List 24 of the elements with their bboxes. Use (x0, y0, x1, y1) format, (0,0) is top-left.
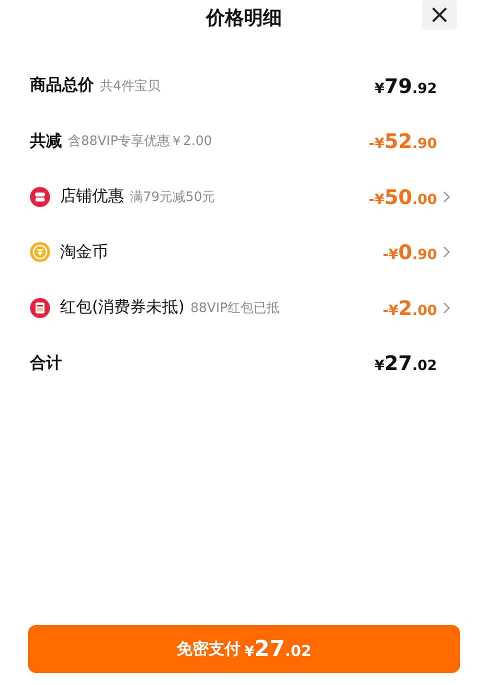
row-label: 商品总价 (30, 75, 94, 96)
row-note: 满79元减50元 (130, 188, 216, 206)
row-note: 88VIP红包已抵 (190, 300, 280, 317)
sheet-title: 价格明细 (206, 6, 282, 31)
row-label: 淘金币 (60, 242, 108, 263)
price-amount: -¥0.90 (382, 240, 437, 264)
price-amount: -¥52.90 (368, 129, 437, 154)
row-label: 店铺优惠 (60, 186, 124, 208)
row-label: 共减 (30, 130, 62, 152)
chevron-right-icon[interactable] (443, 302, 450, 314)
row-label: 红包(消费券未抵) (60, 297, 184, 318)
row-note: 含88VIP专享优惠￥2.00 (68, 133, 212, 150)
row-note: 共4件宝贝 (100, 78, 160, 95)
chevron-right-icon[interactable] (443, 246, 450, 258)
chevron-right-icon[interactable] (443, 190, 450, 203)
coin-icon (30, 242, 50, 262)
price-amount: ¥79.92 (374, 74, 437, 98)
shop-icon (30, 186, 50, 207)
price-amount: ¥27.02 (374, 351, 437, 376)
close-button[interactable]: × (422, 0, 457, 30)
envelope-icon (30, 298, 50, 318)
row-label: 合计 (30, 352, 62, 374)
price-amount: -¥50.00 (368, 184, 437, 209)
price-amount: -¥2.00 (382, 296, 437, 320)
